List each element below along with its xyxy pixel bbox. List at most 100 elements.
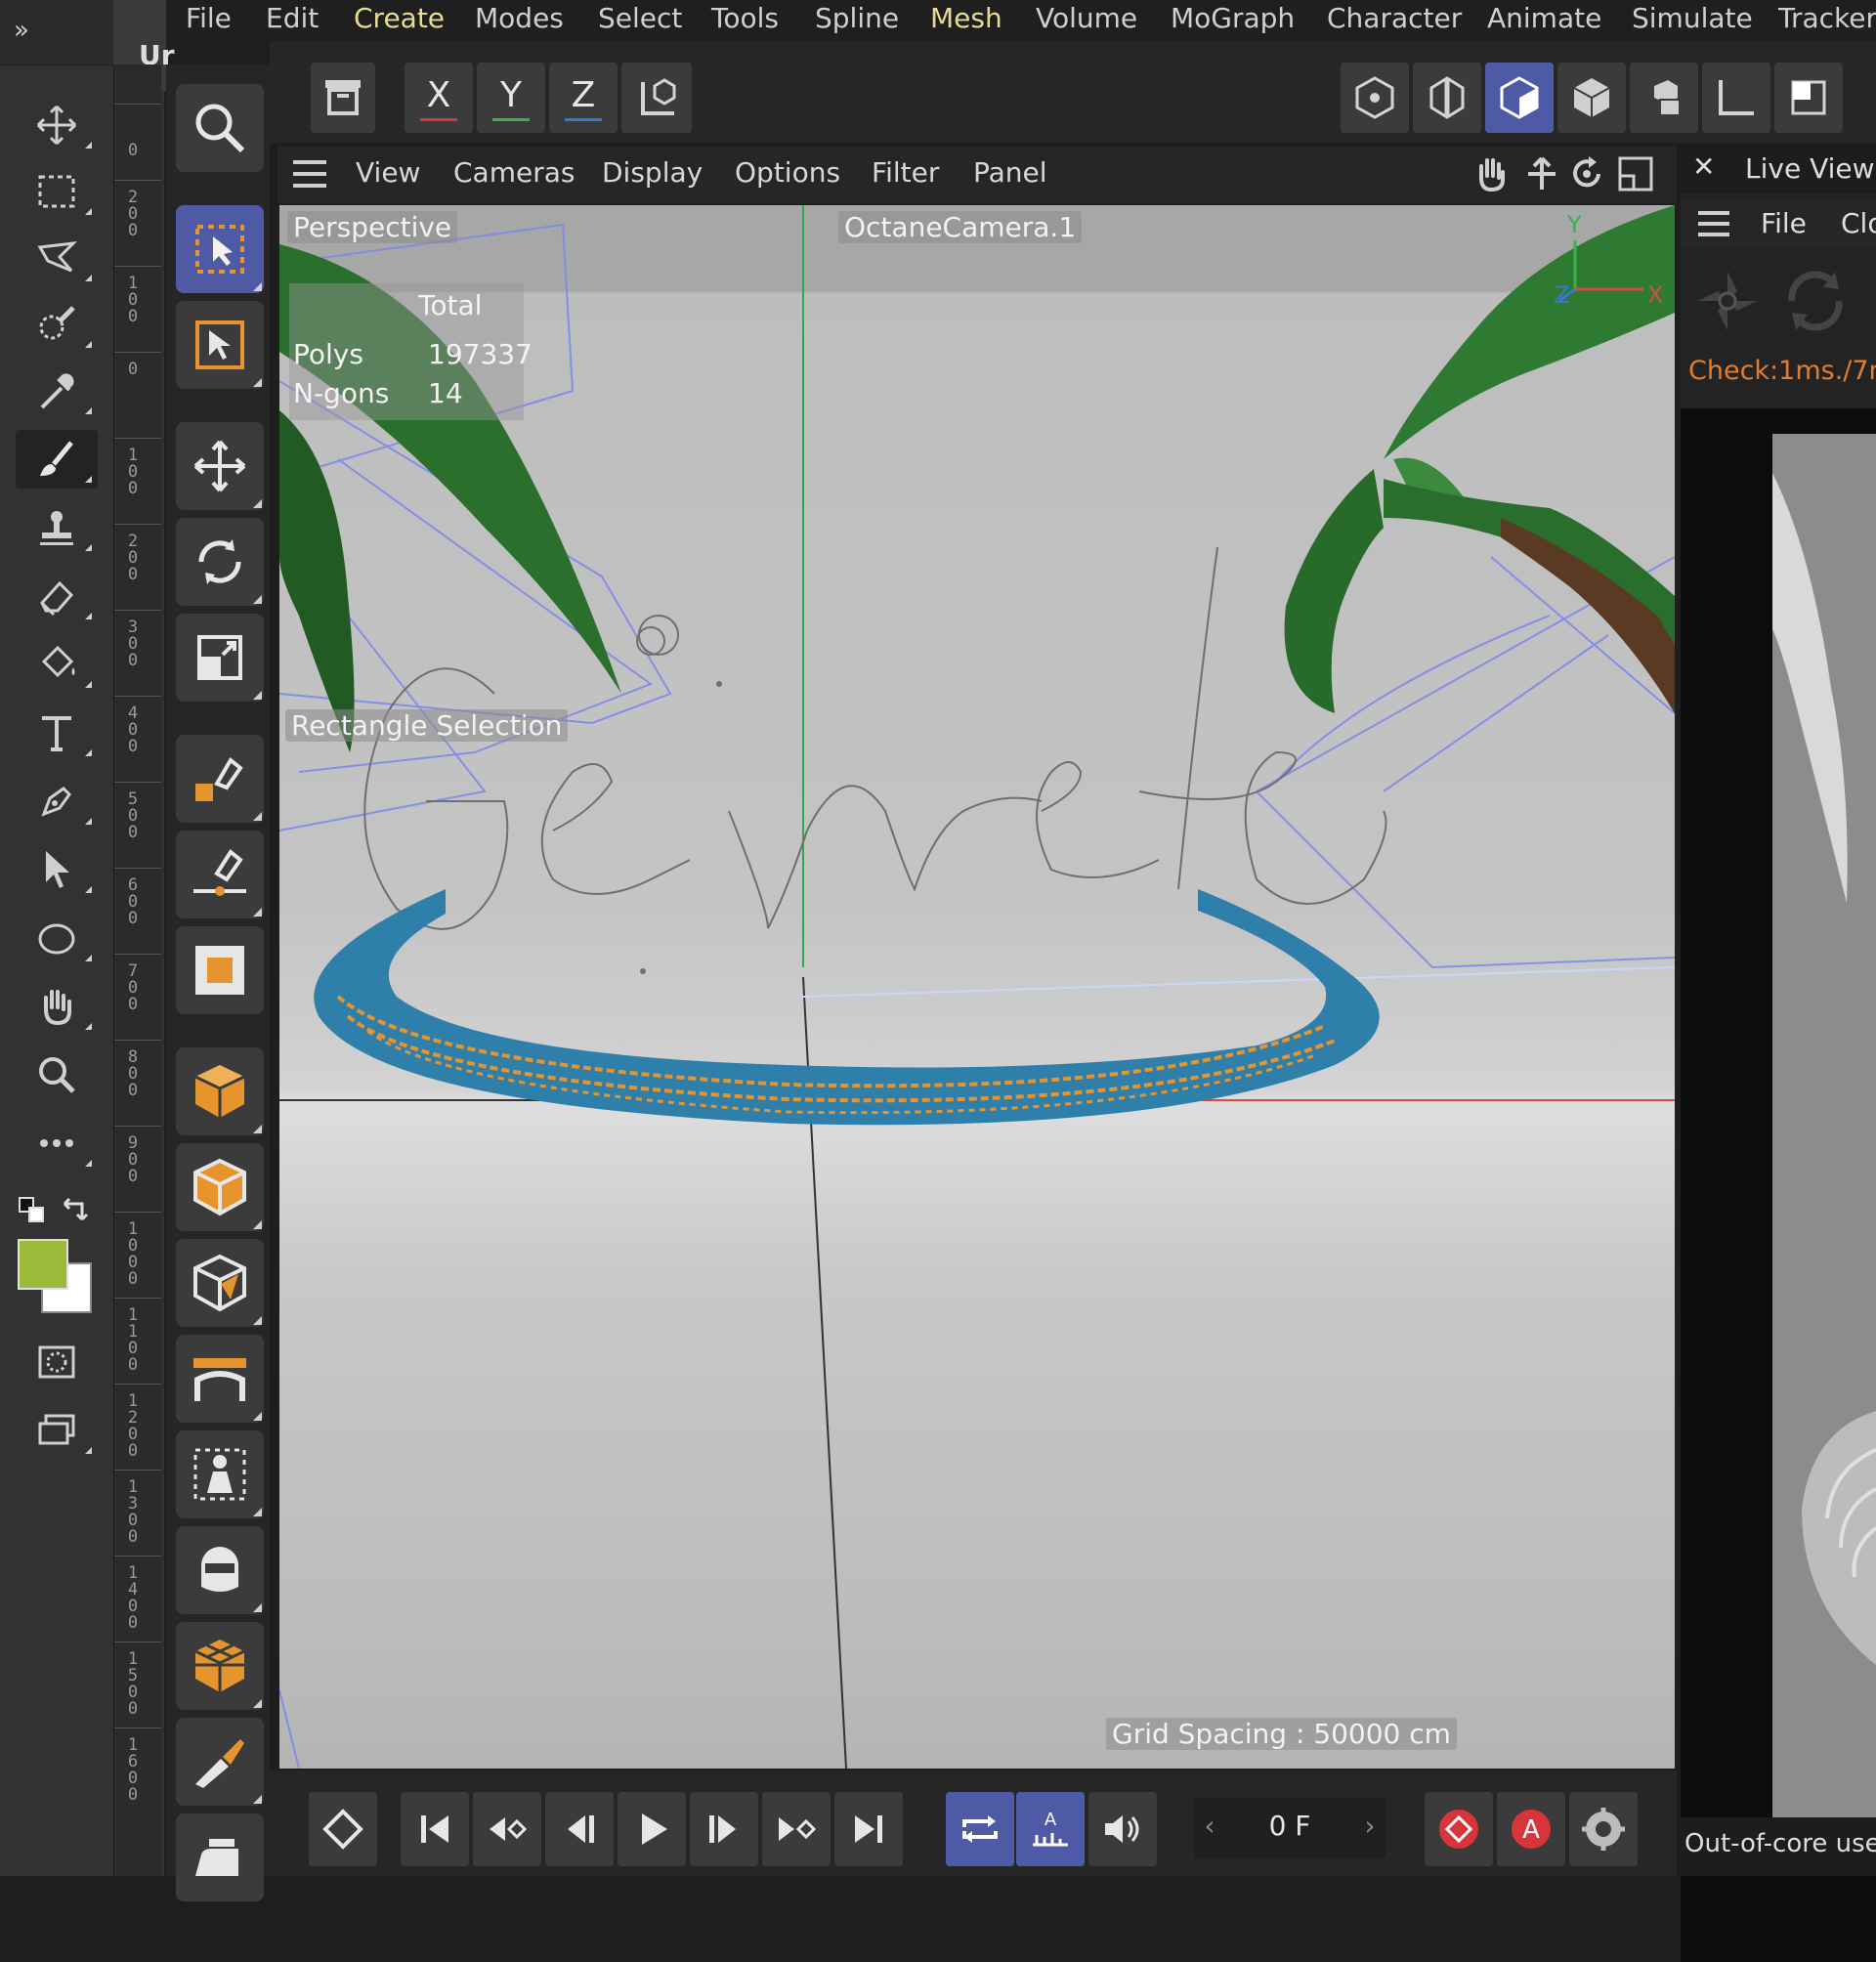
generators-button[interactable] bbox=[176, 1143, 264, 1231]
deformers-button[interactable] bbox=[176, 1239, 264, 1327]
dolly-view-icon[interactable] bbox=[1522, 154, 1561, 193]
menu-character[interactable]: Character bbox=[1327, 2, 1462, 34]
path-selection-tool-button[interactable] bbox=[16, 840, 98, 899]
marquee-tool-button[interactable] bbox=[16, 162, 98, 221]
cube-button[interactable] bbox=[176, 1047, 264, 1135]
undo-history-button[interactable] bbox=[311, 63, 375, 133]
record-key-button[interactable] bbox=[1425, 1792, 1493, 1866]
polygon-pen-button[interactable] bbox=[176, 926, 264, 1014]
viewport-menu-panel[interactable]: Panel bbox=[973, 156, 1047, 189]
rectangle-selection-button[interactable] bbox=[176, 301, 264, 389]
spline-smooth-button[interactable] bbox=[176, 831, 264, 918]
live-selection-button[interactable] bbox=[176, 205, 264, 293]
octane-logo-icon[interactable] bbox=[1688, 262, 1767, 340]
go-to-start-button[interactable] bbox=[401, 1792, 469, 1866]
rotate-view-icon[interactable] bbox=[1567, 154, 1606, 193]
coordinate-system-button[interactable] bbox=[621, 63, 692, 133]
hand-tool-button[interactable] bbox=[16, 977, 98, 1036]
menu-mograph[interactable]: MoGraph bbox=[1171, 2, 1295, 34]
viewport-menu-options[interactable]: Options bbox=[735, 156, 840, 189]
paint-button[interactable] bbox=[176, 1813, 264, 1901]
paint-bucket-tool-button[interactable] bbox=[16, 635, 98, 694]
menu-mesh[interactable]: Mesh bbox=[930, 2, 1002, 34]
search-commands-button[interactable] bbox=[176, 84, 264, 172]
next-key-button[interactable] bbox=[762, 1792, 831, 1866]
camera-label[interactable]: OctaneCamera.1 bbox=[838, 211, 1083, 243]
uv-mode-button[interactable] bbox=[1630, 63, 1698, 133]
solo-button[interactable] bbox=[1774, 63, 1843, 133]
axis-x-button[interactable]: X bbox=[405, 63, 473, 133]
brush-tool-button[interactable] bbox=[16, 430, 98, 489]
axis-y-button[interactable]: Y bbox=[477, 63, 545, 133]
menu-tools[interactable]: Tools bbox=[711, 2, 779, 34]
autokeying-button[interactable]: A bbox=[1497, 1792, 1565, 1866]
quick-mask-button[interactable] bbox=[16, 1333, 98, 1391]
frame-increment-icon[interactable]: › bbox=[1360, 1810, 1380, 1842]
play-button[interactable] bbox=[618, 1792, 686, 1866]
previous-frame-button[interactable] bbox=[545, 1792, 614, 1866]
menu-select[interactable]: Select bbox=[598, 2, 682, 34]
menu-file[interactable]: File bbox=[186, 2, 232, 34]
lasso-tool-button[interactable] bbox=[16, 229, 98, 287]
menu-edit[interactable]: Edit bbox=[266, 2, 319, 34]
maximize-view-icon[interactable] bbox=[1616, 154, 1655, 193]
auto-interpolation-button[interactable]: A bbox=[1016, 1792, 1085, 1866]
menu-modes[interactable]: Modes bbox=[475, 2, 564, 34]
sculpt-button[interactable] bbox=[176, 1718, 264, 1806]
pan-view-icon[interactable] bbox=[1471, 154, 1511, 193]
sound-button[interactable] bbox=[1088, 1792, 1157, 1866]
viewport-menu-view[interactable]: View bbox=[356, 156, 420, 189]
camera-light-button[interactable] bbox=[176, 1526, 264, 1614]
move-button[interactable] bbox=[176, 422, 264, 510]
screen-mode-button[interactable] bbox=[16, 1401, 98, 1460]
live-viewer-menu-icon[interactable] bbox=[1696, 209, 1731, 238]
stamp-tool-button[interactable] bbox=[16, 498, 98, 557]
viewport-menu-display[interactable]: Display bbox=[602, 156, 703, 189]
viewport-menu-filter[interactable]: Filter bbox=[872, 156, 939, 189]
live-viewer-menu-cloud[interactable]: Clo bbox=[1841, 207, 1876, 239]
menu-simulate[interactable]: Simulate bbox=[1632, 2, 1753, 34]
menu-animate[interactable]: Animate bbox=[1487, 2, 1601, 34]
menu-spline[interactable]: Spline bbox=[815, 2, 899, 34]
polygons-mode-button[interactable] bbox=[1485, 63, 1554, 133]
go-to-end-button[interactable] bbox=[834, 1792, 903, 1866]
keyframe-button[interactable] bbox=[309, 1792, 377, 1866]
move-tool-button[interactable] bbox=[16, 96, 98, 154]
menu-tracker[interactable]: Tracker bbox=[1778, 2, 1876, 34]
next-frame-button[interactable] bbox=[690, 1792, 758, 1866]
loop-button[interactable] bbox=[946, 1792, 1014, 1866]
viewport-menu-cameras[interactable]: Cameras bbox=[453, 156, 575, 189]
eyedropper-tool-button[interactable] bbox=[16, 362, 98, 420]
rotate-button[interactable] bbox=[176, 518, 264, 606]
restart-render-icon[interactable] bbox=[1776, 262, 1855, 340]
workplane-button[interactable] bbox=[1702, 63, 1770, 133]
shape-tool-button[interactable] bbox=[16, 909, 98, 967]
zoom-tool-button[interactable] bbox=[16, 1045, 98, 1104]
key-settings-button[interactable] bbox=[1569, 1792, 1638, 1866]
live-viewer-menu-file[interactable]: File bbox=[1761, 207, 1807, 239]
menu-create[interactable]: Create bbox=[354, 2, 445, 34]
edges-mode-button[interactable] bbox=[1413, 63, 1481, 133]
pen-tool-button[interactable] bbox=[16, 772, 98, 831]
type-tool-button[interactable] bbox=[16, 704, 98, 762]
quick-selection-tool-button[interactable] bbox=[16, 295, 98, 354]
3d-viewport-canvas[interactable]: Perspective OctaneCamera.1 Total Polys 1… bbox=[279, 205, 1675, 1769]
more-tools-button[interactable] bbox=[16, 1114, 98, 1173]
points-mode-button[interactable] bbox=[1341, 63, 1409, 133]
close-icon[interactable]: ✕ bbox=[1692, 150, 1715, 183]
viewport-panel-menu-icon[interactable] bbox=[291, 158, 328, 190]
projection-label[interactable]: Perspective bbox=[287, 211, 458, 243]
spline-pen-button[interactable] bbox=[176, 735, 264, 823]
foreground-color-swatch[interactable] bbox=[18, 1239, 68, 1290]
model-mode-button[interactable] bbox=[1557, 63, 1626, 133]
axis-z-button[interactable]: Z bbox=[549, 63, 618, 133]
volume-button[interactable] bbox=[176, 1622, 264, 1710]
current-frame-field[interactable]: ‹ 0 F › bbox=[1194, 1798, 1386, 1858]
swap-colors-icon[interactable] bbox=[59, 1194, 92, 1227]
eraser-tool-button[interactable] bbox=[16, 567, 98, 625]
default-colors-icon[interactable] bbox=[18, 1196, 47, 1225]
scale-button[interactable] bbox=[176, 614, 264, 702]
character-button[interactable] bbox=[176, 1430, 264, 1518]
floor-button[interactable] bbox=[176, 1335, 264, 1423]
menu-volume[interactable]: Volume bbox=[1036, 2, 1137, 34]
